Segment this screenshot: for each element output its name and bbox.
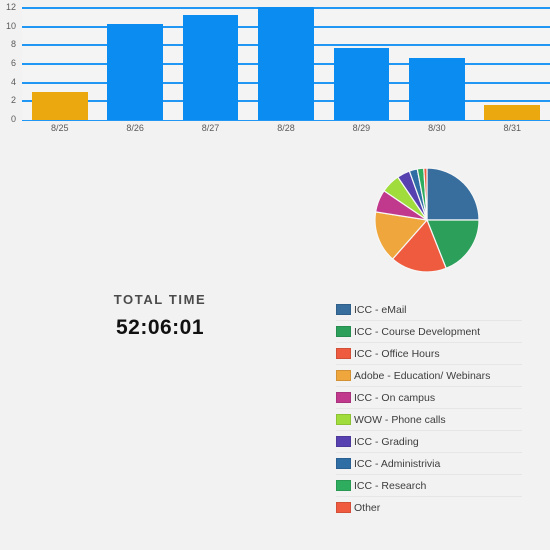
bar[interactable] (31, 92, 88, 120)
bar[interactable] (107, 23, 164, 120)
legend-item-label: ICC - On campus (354, 391, 436, 404)
x-axis-tick-label: 8/28 (277, 123, 295, 133)
legend-item-label: ICC - Research (354, 479, 427, 492)
bar-chart-plot-area (22, 7, 550, 120)
legend-item[interactable]: ICC - Office Hours (336, 343, 522, 365)
y-axis-tick-label: 12 (5, 2, 16, 12)
legend-color-swatch (336, 436, 351, 447)
dashboard-root: 0 2 4 6 8 10 12 8/25 8/26 8/27 8/28 8/29 8/30 8/31 I… (0, 0, 550, 550)
x-axis-tick-label: 8/25 (50, 123, 69, 133)
legend-item-label: WOW - Phone calls (354, 413, 446, 426)
bar-chart-baseline (22, 120, 550, 121)
pie-chart: ICC - eMailICC - Course DevelopmentICC -… (371, 164, 483, 276)
legend-color-swatch (336, 458, 351, 469)
legend-item-label: ICC - Administrivia (354, 457, 441, 470)
legend-color-swatch (336, 480, 351, 491)
bar[interactable] (182, 15, 239, 120)
legend-item[interactable]: ICC - On campus (336, 387, 522, 409)
x-axis-tick-label: 8/30 (428, 123, 446, 133)
legend-item[interactable]: WOW - Phone calls (336, 409, 522, 431)
legend-color-swatch (336, 326, 351, 337)
bar[interactable] (333, 48, 390, 120)
y-axis-tick-label: 0 (10, 114, 16, 124)
legend-color-swatch (336, 304, 351, 315)
legend-item[interactable]: Other (336, 497, 522, 518)
total-time-label: TOTAL TIME (113, 292, 207, 307)
x-axis-tick-label: 8/27 (201, 123, 220, 133)
x-axis-tick-label: 8/26 (126, 123, 144, 133)
total-time-block: TOTAL TIME 52:06:01 (60, 292, 260, 340)
legend-item[interactable]: ICC - Course Development (336, 321, 522, 343)
pie-slice[interactable]: ICC - eMail (426, 167, 480, 221)
y-axis-tick-label: 6 (10, 58, 16, 68)
x-axis-tick-label: 8/31 (503, 123, 522, 133)
legend-color-swatch (336, 392, 351, 403)
bar[interactable] (484, 105, 541, 120)
y-axis-tick-label: 2 (10, 95, 16, 106)
pie-chart-svg: ICC - eMailICC - Course DevelopmentICC -… (374, 167, 480, 273)
y-axis-tick-label: 8 (10, 39, 16, 50)
legend-item-label: ICC - Grading (354, 435, 419, 448)
y-axis-tick-label: 10 (5, 20, 16, 31)
bar[interactable] (408, 58, 465, 120)
legend-color-swatch (336, 370, 351, 381)
legend-color-swatch (336, 348, 351, 359)
legend-item-label: ICC - Office Hours (354, 347, 440, 360)
legend-item-label: ICC - Course Development (354, 325, 481, 338)
legend-item[interactable]: ICC - eMail (336, 299, 522, 321)
legend-item[interactable]: Adobe - Education/ Webinars (336, 365, 522, 387)
bar-chart: 0 2 4 6 8 10 12 8/25 8/26 8/27 8/28 8/29 8/30 8/31 (0, 0, 550, 145)
bar[interactable] (258, 7, 314, 120)
pie-chart-legend: ICC - eMail ICC - Course Development ICC -… (336, 299, 522, 518)
legend-item-label: Adobe - Education/ Webinars (354, 369, 491, 382)
legend-item[interactable]: ICC - Administrivia (336, 453, 522, 475)
legend-color-swatch (336, 414, 351, 425)
legend-item[interactable]: ICC - Grading (336, 431, 522, 453)
legend-item[interactable]: ICC - Research (336, 475, 522, 497)
total-time-value: 52:06:01 (115, 316, 205, 339)
legend-color-swatch (336, 502, 351, 513)
y-axis-tick-label: 4 (10, 76, 16, 87)
legend-item-label: ICC - eMail (354, 303, 407, 316)
x-axis-tick-label: 8/29 (352, 123, 371, 133)
legend-item-label: Other (354, 501, 381, 514)
